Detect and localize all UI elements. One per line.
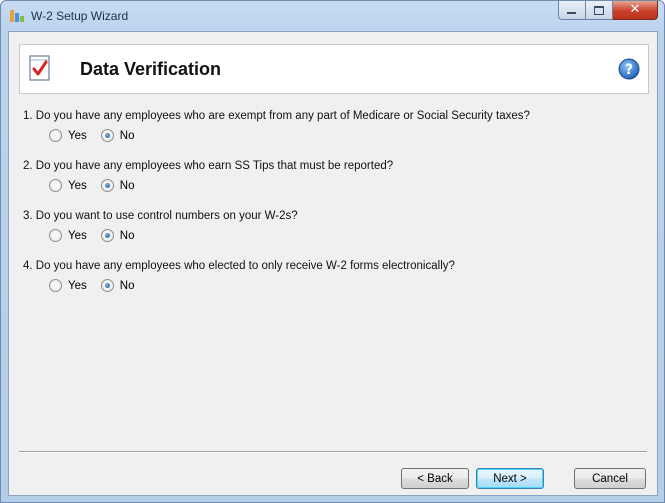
yes-radio-option[interactable]: Yes [49,279,87,292]
back-button[interactable]: < Back [401,468,469,489]
no-radio[interactable] [100,179,114,192]
wizard-header: Data Verification ? [19,44,649,94]
answer-options: Yes No [49,179,148,192]
question-1: 1. Do you have any employees who are exe… [23,110,643,160]
page-title: Data Verification [80,59,222,79]
yes-label: Yes [68,179,87,192]
maximize-icon [594,6,604,15]
minimize-icon [567,12,576,14]
question-text: 3. Do you want to use control numbers on… [23,210,298,222]
no-radio[interactable] [100,279,114,292]
answer-options: Yes No [49,129,148,142]
question-3: 3. Do you want to use control numbers on… [23,210,643,260]
question-text: 1. Do you have any employees who are exe… [23,110,530,122]
next-button[interactable]: Next > [476,468,544,489]
help-icon[interactable]: ? [618,58,640,80]
answer-options: Yes No [49,229,148,242]
no-label: No [119,179,135,192]
title-bar[interactable]: W-2 Setup Wizard ✕ [1,1,664,31]
no-radio-option[interactable]: No [100,229,135,242]
close-button[interactable]: ✕ [613,1,658,20]
question-4: 4. Do you have any employees who elected… [23,260,643,310]
close-icon: ✕ [629,2,641,17]
w2-app-icon [9,8,25,24]
wizard-window: W-2 Setup Wizard ✕ Data Verification ? 1… [0,0,665,503]
yes-label: Yes [68,229,87,242]
yes-radio-option[interactable]: Yes [49,229,87,242]
answer-options: Yes No [49,279,148,292]
no-radio-option[interactable]: No [100,279,135,292]
footer-divider [19,451,647,453]
svg-text:?: ? [625,62,633,78]
wizard-client-area: Data Verification ? 1. Do you have any e… [8,31,658,496]
no-label: No [119,129,135,142]
yes-radio[interactable] [49,179,62,192]
window-title: W-2 Setup Wizard [31,9,129,23]
no-radio-option[interactable]: No [100,129,135,142]
yes-radio[interactable] [49,229,62,242]
no-radio[interactable] [100,129,114,142]
question-text: 2. Do you have any employees who earn SS… [23,160,394,172]
yes-label: Yes [68,129,87,142]
caption-buttons: ✕ [558,1,658,21]
question-2: 2. Do you have any employees who earn SS… [23,160,643,210]
maximize-button[interactable] [586,1,613,20]
no-radio[interactable] [100,229,114,242]
checklist-icon [29,55,51,81]
no-radio-option[interactable]: No [100,179,135,192]
question-text: 4. Do you have any employees who elected… [23,260,455,272]
cancel-button[interactable]: Cancel [574,468,646,489]
minimize-button[interactable] [558,1,586,20]
yes-label: Yes [68,279,87,292]
no-label: No [119,229,135,242]
no-label: No [119,279,135,292]
yes-radio-option[interactable]: Yes [49,179,87,192]
yes-radio[interactable] [49,129,62,142]
yes-radio-option[interactable]: Yes [49,129,87,142]
question-list: 1. Do you have any employees who are exe… [23,110,643,310]
yes-radio[interactable] [49,279,62,292]
